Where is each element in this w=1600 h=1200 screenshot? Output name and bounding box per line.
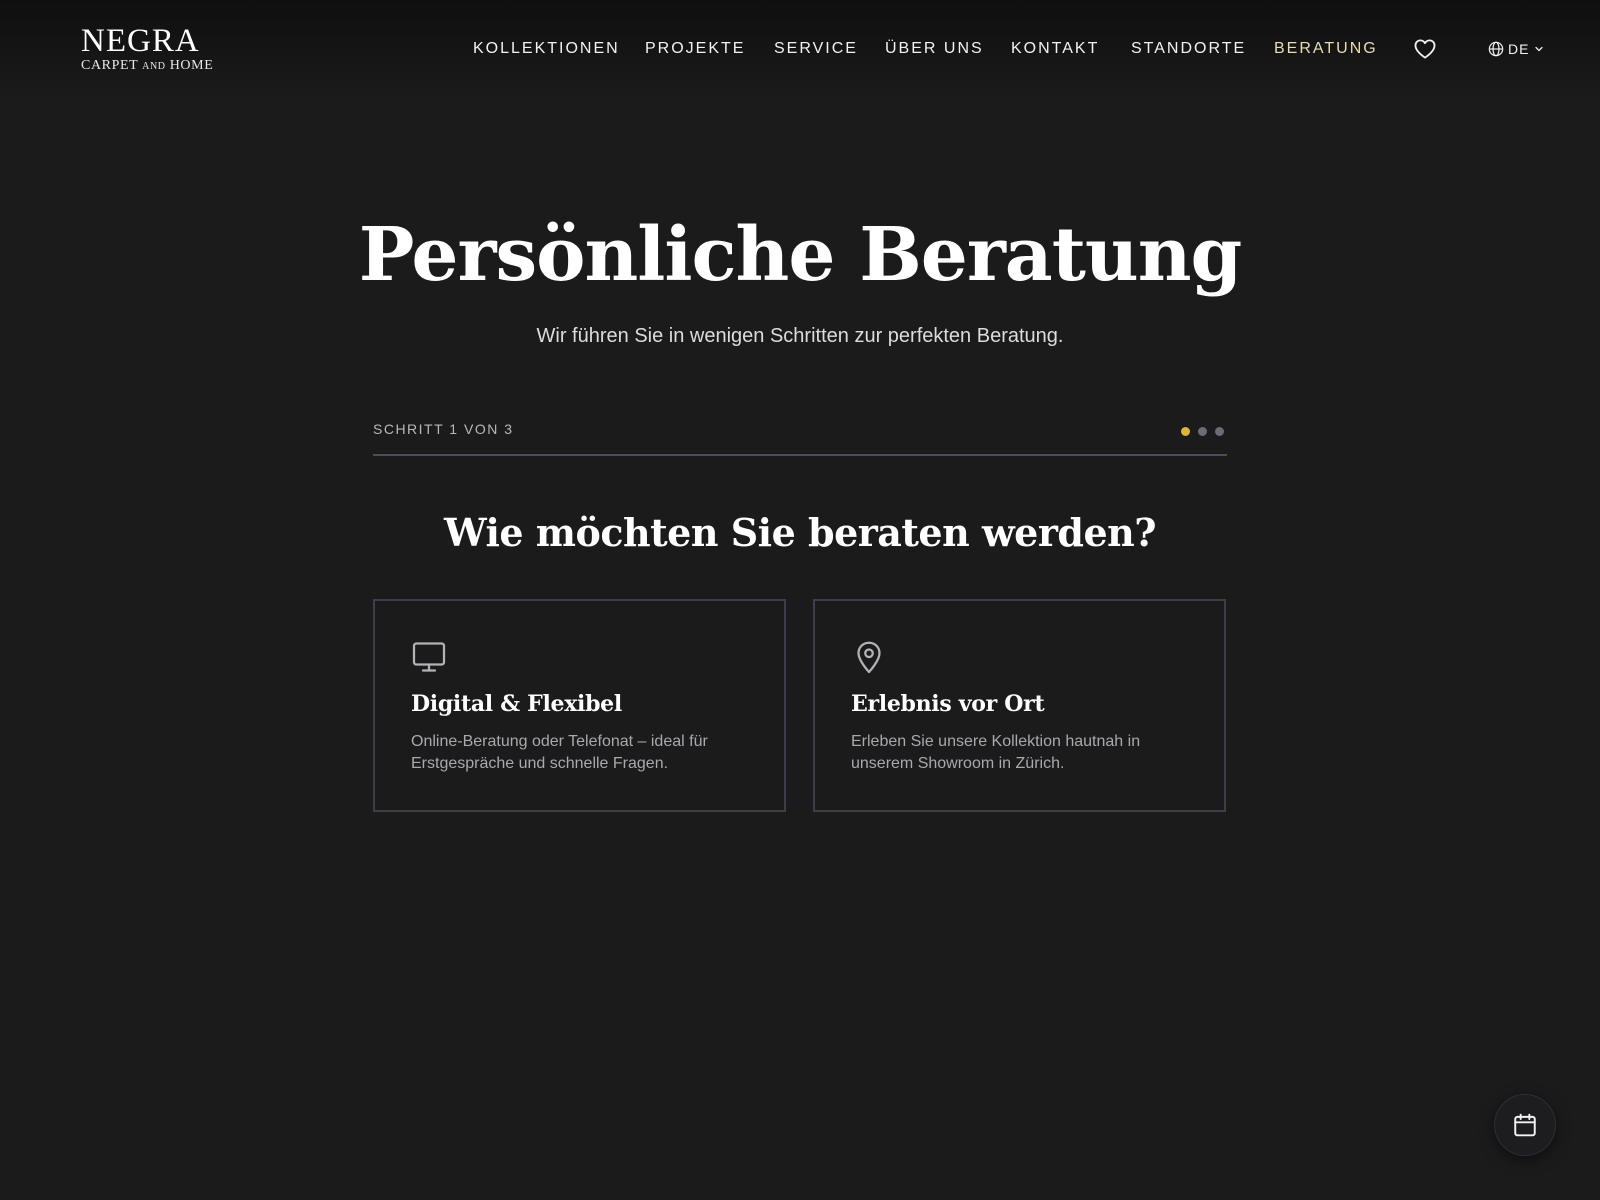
option-card-vor-ort[interactable]: Erlebnis vor Ort Erleben Sie unsere Koll… — [813, 599, 1226, 812]
map-pin-icon — [851, 639, 887, 675]
page-subtitle: Wir führen Sie in wenigen Schritten zur … — [536, 325, 1064, 347]
option-description: Erleben Sie unsere Kollektion hautnah in… — [851, 733, 1141, 772]
calendar-icon — [1514, 1113, 1536, 1137]
step-dot-2 — [1198, 427, 1207, 436]
calendar-button[interactable] — [1494, 1094, 1556, 1156]
option-card-digital[interactable]: Digital & Flexibel Online-Beratung oder … — [373, 599, 786, 812]
language-value: DE — [1508, 41, 1530, 57]
question-heading: Wie möchten Sie beraten werden? — [443, 510, 1157, 555]
nav-item-ueber-uns[interactable]: ÜBER UNS — [885, 37, 984, 61]
heart-icon[interactable] — [1414, 39, 1436, 59]
step-indicator-label: SCHRITT 1 VON 3 — [373, 421, 514, 437]
option-title: Digital & Flexibel — [411, 691, 622, 717]
language-selector[interactable]: DE — [1488, 38, 1545, 60]
nav-item-projekte[interactable]: PROJEKTE — [645, 37, 745, 61]
progress-divider — [373, 454, 1227, 456]
globe-icon — [1488, 41, 1504, 57]
step-dot-3 — [1215, 427, 1224, 436]
chevron-down-icon — [1535, 46, 1544, 52]
monitor-icon — [411, 639, 447, 675]
nav-item-kollektionen[interactable]: KOLLEKTIONEN — [473, 37, 620, 61]
nav-item-beratung[interactable]: BERATUNG — [1274, 37, 1378, 61]
main-nav: KOLLEKTIONEN PROJEKTE SERVICE ÜBER UNS K… — [0, 37, 1600, 61]
step-dots — [1181, 427, 1224, 437]
option-description: Online-Beratung oder Telefonat – ideal f… — [411, 733, 708, 772]
step-dot-1 — [1181, 427, 1190, 436]
nav-item-service[interactable]: SERVICE — [774, 37, 858, 61]
site-header: NEGRA CARPET AND HOME KOLLEKTIONEN PROJE… — [0, 0, 1600, 100]
option-title: Erlebnis vor Ort — [851, 691, 1045, 717]
nav-item-standorte[interactable]: STANDORTE — [1131, 37, 1246, 61]
nav-item-kontakt[interactable]: KONTAKT — [1011, 37, 1099, 61]
logo-tagline-and: AND — [142, 61, 166, 72]
page-title: Persönliche Beratung — [358, 212, 1243, 298]
